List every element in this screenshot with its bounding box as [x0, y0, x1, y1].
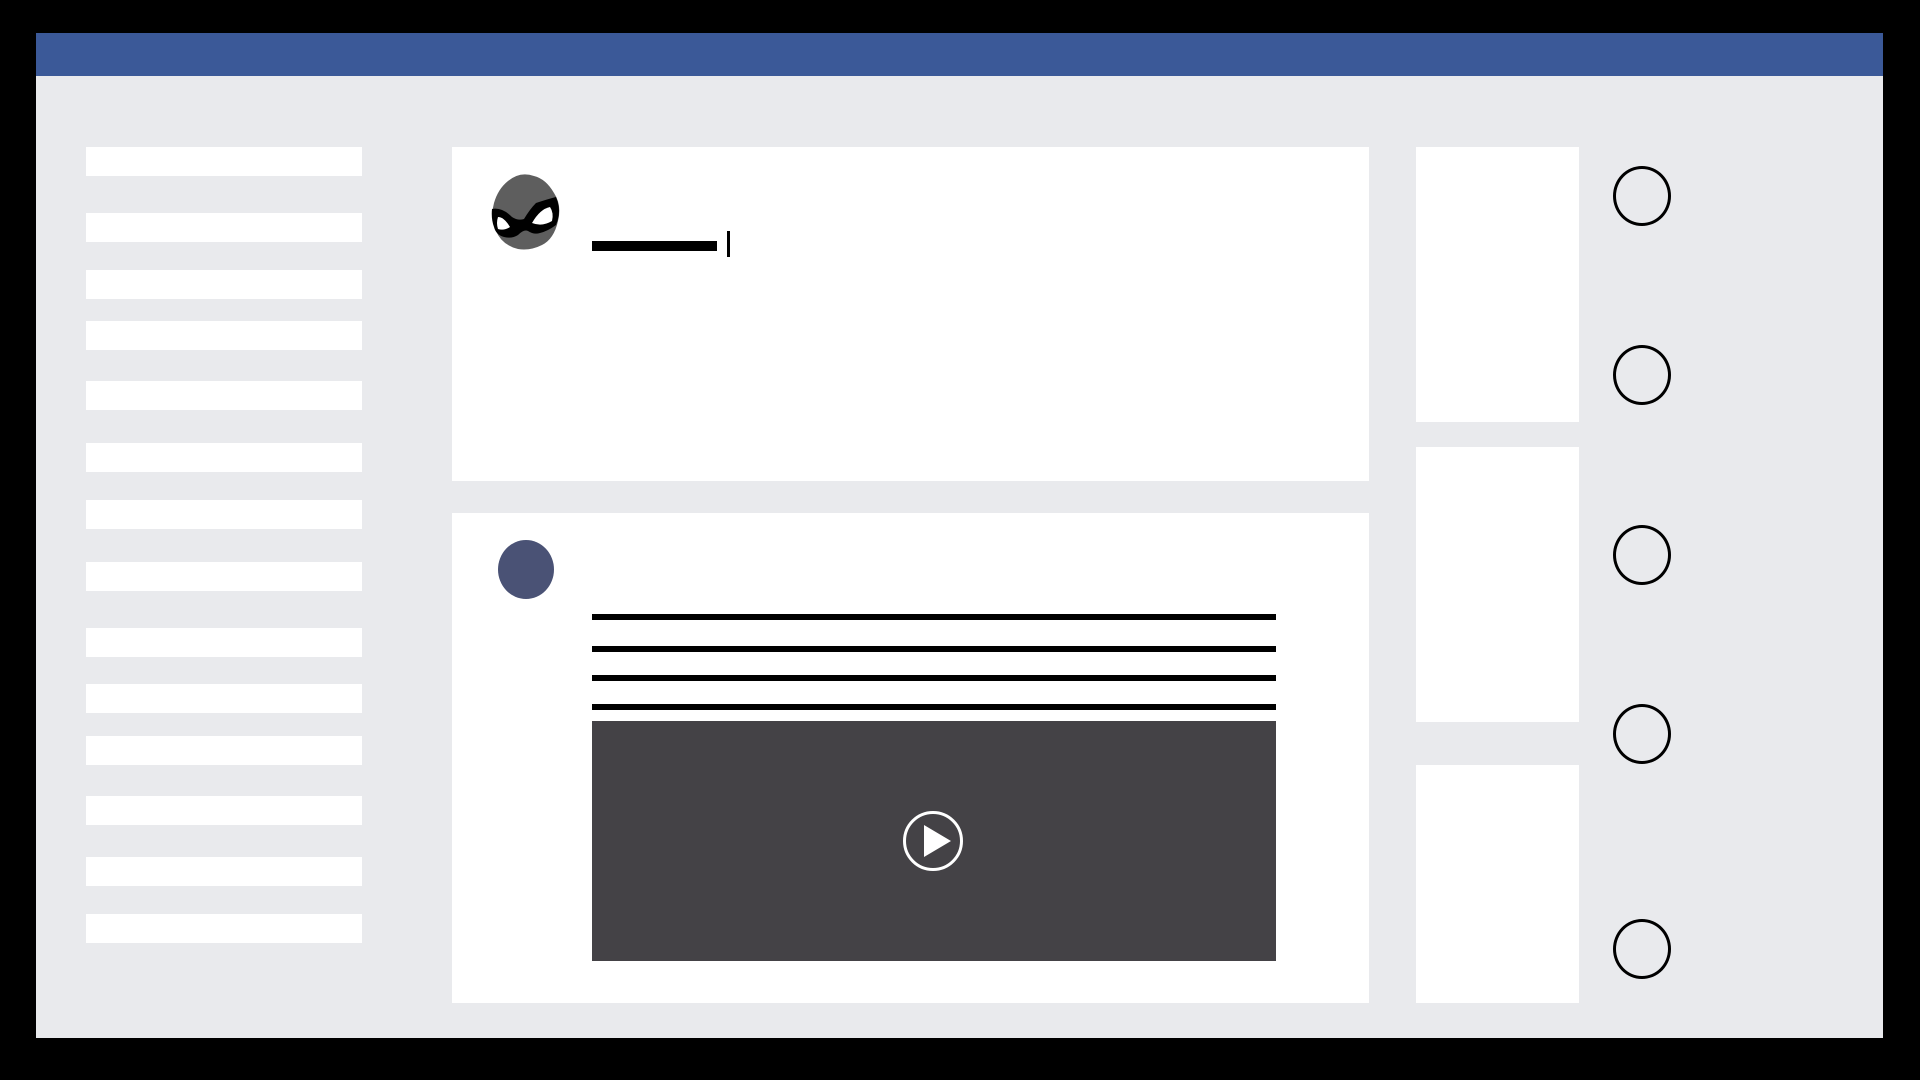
sidebar-item[interactable]: [86, 443, 362, 472]
device-frame: [0, 0, 1920, 1080]
top-bar: [36, 33, 1883, 76]
sidebar-item[interactable]: [86, 381, 362, 410]
sidebar-item[interactable]: [86, 857, 362, 886]
feed-post: [452, 513, 1369, 1003]
contact-circle-icon[interactable]: [1613, 525, 1671, 585]
video-player[interactable]: [592, 721, 1276, 961]
sidebar-item[interactable]: [86, 736, 362, 765]
right-panel-card[interactable]: [1416, 765, 1579, 1003]
app-window: [36, 33, 1883, 1038]
post-text-line: [592, 704, 1276, 710]
sidebar-item[interactable]: [86, 321, 362, 350]
right-panel-card[interactable]: [1416, 447, 1579, 722]
sidebar-item[interactable]: [86, 147, 362, 176]
contact-circle-icon[interactable]: [1613, 166, 1671, 226]
composer-input[interactable]: [592, 229, 892, 265]
composer-typed-text: [592, 241, 717, 251]
post-text-line: [592, 675, 1276, 681]
sidebar-item[interactable]: [86, 500, 362, 529]
text-caret: [727, 231, 730, 257]
post-text-line: [592, 646, 1276, 652]
post-composer: [452, 147, 1369, 481]
sidebar-item[interactable]: [86, 914, 362, 943]
contact-circle-icon[interactable]: [1613, 919, 1671, 979]
masked-face-icon[interactable]: [490, 173, 562, 251]
sidebar-item[interactable]: [86, 796, 362, 825]
sidebar-item[interactable]: [86, 213, 362, 242]
sidebar-item[interactable]: [86, 562, 362, 591]
contact-circle-icon[interactable]: [1613, 345, 1671, 405]
contact-circle-icon[interactable]: [1613, 704, 1671, 764]
right-panel-card[interactable]: [1416, 147, 1579, 422]
play-icon[interactable]: [902, 809, 964, 873]
sidebar-item[interactable]: [86, 628, 362, 657]
post-text-line: [592, 614, 1276, 620]
avatar[interactable]: [498, 540, 554, 599]
sidebar-item[interactable]: [86, 684, 362, 713]
sidebar-item[interactable]: [86, 270, 362, 299]
